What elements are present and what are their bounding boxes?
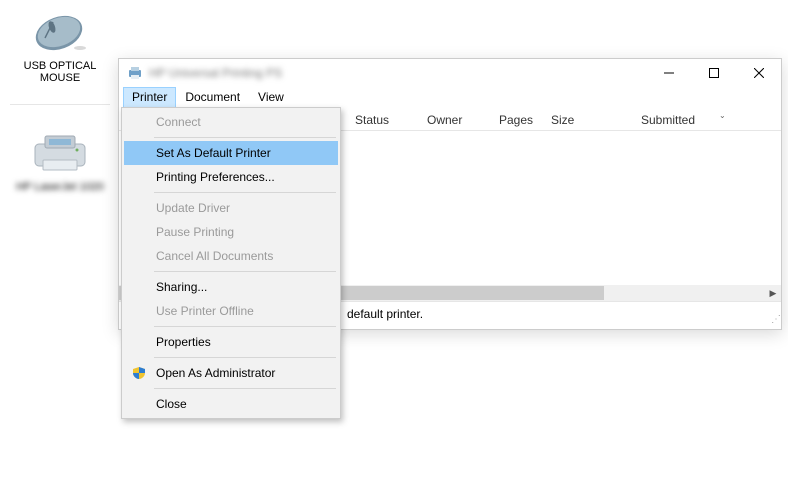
close-button[interactable] — [736, 59, 781, 87]
printer-label: HP LaserJet 1020 — [16, 181, 104, 193]
menu-separator — [154, 192, 336, 193]
sort-indicator-icon: ⌄ — [719, 111, 726, 120]
menu-separator — [154, 357, 336, 358]
menu-separator — [154, 326, 336, 327]
col-owner[interactable]: Owner — [419, 110, 491, 130]
menu-open-as-admin[interactable]: Open As Administrator — [124, 361, 338, 385]
col-submitted[interactable]: Submitted — [633, 110, 743, 130]
col-status[interactable]: Status — [347, 110, 419, 130]
menu-separator — [154, 271, 336, 272]
menu-update-driver: Update Driver — [124, 196, 338, 220]
mouse-label: USB OPTICAL MOUSE — [24, 60, 97, 84]
resize-grip-icon[interactable]: ⋰ — [771, 317, 779, 323]
menu-separator — [154, 388, 336, 389]
col-size[interactable]: Size — [543, 110, 633, 130]
mouse-icon — [28, 8, 92, 56]
printer-icon — [28, 129, 92, 177]
menu-set-as-default[interactable]: Set As Default Printer — [124, 141, 338, 165]
status-text: default printer. — [347, 307, 423, 321]
menu-connect: Connect — [124, 110, 338, 134]
window-controls — [646, 59, 781, 87]
desktop-icons-panel: USB OPTICAL MOUSE HP LaserJet 1020 — [0, 0, 120, 213]
menu-printer[interactable]: Printer — [123, 87, 176, 109]
menu-properties[interactable]: Properties — [124, 330, 338, 354]
menu-sharing[interactable]: Sharing... — [124, 275, 338, 299]
desktop-icon-printer[interactable]: HP LaserJet 1020 — [0, 121, 120, 213]
menu-document[interactable]: Document — [176, 87, 249, 109]
maximize-button[interactable] — [691, 59, 736, 87]
minimize-button[interactable] — [646, 59, 691, 87]
scroll-right-icon[interactable]: ▶ — [765, 285, 781, 301]
app-icon — [127, 65, 143, 81]
window-title: HP Universal Printing PS — [149, 66, 282, 80]
menu-separator — [154, 137, 336, 138]
menubar: Printer Document View — [119, 87, 781, 109]
menu-printing-preferences[interactable]: Printing Preferences... — [124, 165, 338, 189]
col-pages[interactable]: Pages — [491, 110, 543, 130]
menu-pause-printing: Pause Printing — [124, 220, 338, 244]
printer-menu-dropdown: Connect Set As Default Printer Printing … — [121, 107, 341, 419]
desktop-separator — [10, 104, 110, 105]
menu-view[interactable]: View — [249, 87, 293, 109]
titlebar[interactable]: HP Universal Printing PS — [119, 59, 781, 87]
uac-shield-icon — [132, 366, 146, 380]
desktop-icon-mouse[interactable]: USB OPTICAL MOUSE — [0, 0, 120, 104]
menu-use-offline: Use Printer Offline — [124, 299, 338, 323]
menu-close[interactable]: Close — [124, 392, 338, 416]
menu-cancel-all: Cancel All Documents — [124, 244, 338, 268]
